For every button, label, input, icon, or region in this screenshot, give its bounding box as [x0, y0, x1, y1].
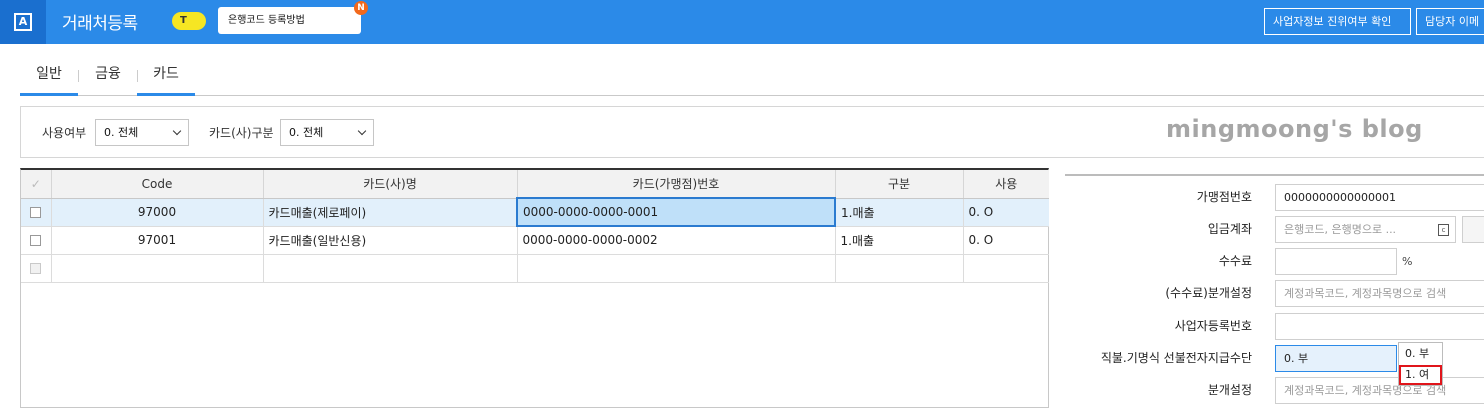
- prepaid-dropdown: 0. 부 1. 여: [1398, 342, 1443, 386]
- bizno-input[interactable]: [1275, 313, 1484, 340]
- type-cell[interactable]: 1.매출: [835, 226, 964, 255]
- new-row[interactable]: [21, 254, 1049, 283]
- card-type-filter-select[interactable]: 0. 전체: [280, 119, 374, 146]
- filter-panel: 사용여부 0. 전체 카드(사)구분 0. 전체 mingmoong's blo…: [20, 106, 1484, 158]
- prepaid-select[interactable]: 0. 부: [1275, 345, 1397, 372]
- bizno-label: 사업자등록번호: [1174, 319, 1252, 333]
- fee-input[interactable]: [1275, 248, 1397, 275]
- card-type-filter-label: 카드(사)구분: [209, 126, 274, 140]
- card-name-cell[interactable]: 카드매출(일반신용): [263, 226, 518, 255]
- chevron-down-icon: [357, 126, 367, 136]
- verify-business-button[interactable]: 사업자정보 진위여부 확인: [1264, 8, 1411, 35]
- tip-toggle[interactable]: T: [172, 12, 206, 30]
- code-cell[interactable]: 97001: [51, 226, 264, 255]
- row-checkbox[interactable]: [30, 207, 42, 218]
- use-filter-label: 사용여부: [42, 126, 87, 140]
- merchant-no-label: 가맹점번호: [1196, 190, 1252, 204]
- tab-general[interactable]: 일반: [20, 60, 78, 96]
- column-header-card-name[interactable]: 카드(사)명: [263, 170, 518, 199]
- fee-row: 수수료 %: [1065, 244, 1484, 276]
- use-cell[interactable]: 0. O: [963, 198, 1049, 227]
- use-filter-value: 0. 전체: [104, 126, 139, 139]
- code-cell[interactable]: 97000: [51, 198, 264, 227]
- deposit-extra-button[interactable]: [1462, 216, 1484, 243]
- watermark-text: mingmoong's blog: [1166, 115, 1423, 143]
- check-icon: ✓: [30, 176, 41, 191]
- app-logo-icon: A: [14, 13, 32, 31]
- deposit-label: 입금계좌: [1207, 222, 1252, 236]
- column-header-use[interactable]: 사용: [963, 170, 1049, 199]
- row-checkbox-cell[interactable]: [21, 198, 52, 227]
- row-checkbox-cell: [21, 254, 52, 283]
- new-badge: N: [354, 1, 368, 15]
- split-input[interactable]: 계정과목코드, 계정과목명으로 검색: [1275, 377, 1484, 404]
- split-label: 분개설정: [1207, 383, 1252, 397]
- card-grid: ✓ Code 카드(사)명 카드(가맹점)번호 구분 사용 97000 카드매출…: [20, 168, 1049, 408]
- fee-split-label: (수수료)분개설정: [1165, 286, 1252, 300]
- card-table: ✓ Code 카드(사)명 카드(가맹점)번호 구분 사용 97000 카드매출…: [21, 170, 1049, 283]
- deposit-placeholder: 은행코드, 은행명으로 ...: [1284, 223, 1397, 236]
- tip-link[interactable]: 은행코드 등록방법: [218, 7, 361, 34]
- card-number-cell[interactable]: [517, 254, 836, 283]
- type-cell[interactable]: 1.매출: [835, 198, 964, 227]
- card-number-cell[interactable]: 0000-0000-0000-0002: [517, 226, 836, 255]
- fee-unit: %: [1402, 255, 1413, 268]
- bizno-row: 사업자등록번호: [1065, 309, 1484, 341]
- use-cell[interactable]: 0. O: [963, 226, 1049, 255]
- code-cell[interactable]: [51, 254, 264, 283]
- manager-email-button[interactable]: 담당자 이메: [1416, 8, 1484, 35]
- row-checkbox: [30, 263, 42, 274]
- column-header-code[interactable]: Code: [51, 170, 264, 199]
- dropdown-option-no[interactable]: 0. 부: [1399, 344, 1442, 364]
- row-checkbox-cell[interactable]: [21, 226, 52, 255]
- fee-label: 수수료: [1218, 254, 1252, 268]
- card-name-cell[interactable]: 카드매출(제로페이): [263, 198, 518, 227]
- tab-bar: 일반 금융 카드: [20, 60, 1484, 96]
- table-header-row: ✓ Code 카드(사)명 카드(가맹점)번호 구분 사용: [21, 170, 1049, 199]
- prepaid-label: 직불.기명식 선불전자지급수단: [1100, 351, 1252, 365]
- app-logo[interactable]: A: [0, 0, 46, 44]
- tab-card[interactable]: 카드: [137, 60, 195, 96]
- chevron-down-icon: [172, 126, 182, 136]
- calendar-icon[interactable]: c: [1438, 224, 1449, 236]
- column-header-type[interactable]: 구분: [835, 170, 964, 199]
- use-cell[interactable]: [963, 254, 1049, 283]
- row-checkbox[interactable]: [30, 235, 42, 246]
- page-title: 거래처등록: [62, 14, 138, 34]
- table-row[interactable]: 97000 카드매출(제로페이) 0000-0000-0000-0001 1.매…: [21, 197, 1049, 227]
- card-number-cell[interactable]: 0000-0000-0000-0001: [516, 197, 836, 227]
- use-filter-select[interactable]: 0. 전체: [95, 119, 189, 146]
- table-row[interactable]: 97001 카드매출(일반신용) 0000-0000-0000-0002 1.매…: [21, 226, 1049, 255]
- tab-finance[interactable]: 금융: [79, 60, 137, 96]
- card-name-cell[interactable]: [263, 254, 518, 283]
- card-type-filter-value: 0. 전체: [289, 126, 324, 139]
- deposit-row: 입금계좌 은행코드, 은행명으로 ... c: [1065, 212, 1484, 244]
- column-header-card-number[interactable]: 카드(가맹점)번호: [517, 170, 836, 199]
- fee-split-row: (수수료)분개설정 계정과목코드, 계정과목명으로 검색: [1065, 276, 1484, 308]
- fee-split-input[interactable]: 계정과목코드, 계정과목명으로 검색: [1275, 280, 1484, 307]
- merchant-no-row: 가맹점번호 0000000000000001: [1065, 180, 1484, 212]
- select-all-checkbox[interactable]: ✓: [21, 170, 52, 199]
- type-cell[interactable]: [835, 254, 964, 283]
- merchant-no-input[interactable]: 0000000000000001: [1275, 184, 1484, 211]
- app-header: A 거래처등록 T 은행코드 등록방법 N 사업자정보 진위여부 확인 담당자 …: [0, 0, 1484, 44]
- dropdown-option-yes[interactable]: 1. 여: [1399, 365, 1442, 385]
- deposit-account-input[interactable]: 은행코드, 은행명으로 ... c: [1275, 216, 1456, 243]
